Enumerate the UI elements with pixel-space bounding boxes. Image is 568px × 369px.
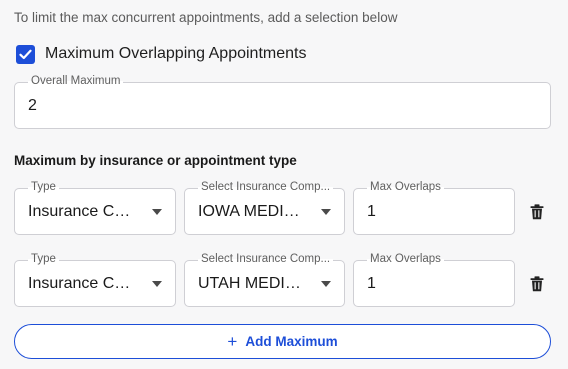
- max-overlaps-field[interactable]: Max Overlaps 1: [353, 181, 515, 235]
- type-select[interactable]: Type Insurance Co...: [14, 181, 176, 235]
- dropdown-caret-icon: [321, 209, 331, 215]
- overlap-settings-panel: To limit the max concurrent appointments…: [0, 0, 568, 369]
- type-label: Type: [28, 253, 59, 265]
- insurance-company-select[interactable]: Select Insurance Comp... IOWA MEDIC...: [184, 181, 345, 235]
- add-maximum-button[interactable]: + Add Maximum: [14, 324, 551, 359]
- max-overlaps-label: Max Overlaps: [367, 253, 444, 265]
- max-overlap-checkbox[interactable]: [16, 44, 35, 64]
- dropdown-caret-icon: [152, 281, 162, 287]
- max-overlaps-value: 1: [367, 203, 376, 220]
- type-label: Type: [28, 181, 59, 193]
- max-overlap-checkbox-row[interactable]: Maximum Overlapping Appointments: [16, 43, 306, 65]
- dropdown-caret-icon: [152, 209, 162, 215]
- insurance-company-select[interactable]: Select Insurance Comp... UTAH MEDICA...: [184, 253, 345, 307]
- trash-icon[interactable]: [529, 275, 545, 293]
- max-overlaps-field[interactable]: Max Overlaps 1: [353, 253, 515, 307]
- type-value: Insurance Co...: [28, 203, 135, 220]
- insurance-company-value: IOWA MEDIC...: [198, 203, 304, 220]
- checkmark-icon: [19, 49, 32, 59]
- insurance-company-label: Select Insurance Comp...: [198, 253, 333, 265]
- overall-maximum-field[interactable]: Overall Maximum 2: [14, 75, 551, 129]
- add-maximum-label: Add Maximum: [245, 334, 338, 349]
- type-value: Insurance Co...: [28, 275, 135, 292]
- insurance-company-value: UTAH MEDICA...: [198, 275, 304, 292]
- trash-icon[interactable]: [529, 203, 545, 221]
- insurance-company-label: Select Insurance Comp...: [198, 181, 333, 193]
- max-overlap-label: Maximum Overlapping Appointments: [45, 45, 307, 62]
- overall-maximum-value: 2: [28, 97, 37, 114]
- overall-maximum-label: Overall Maximum: [28, 75, 124, 87]
- dropdown-caret-icon: [321, 281, 331, 287]
- section-title: Maximum by insurance or appointment type: [14, 153, 297, 168]
- max-overlaps-value: 1: [367, 275, 376, 292]
- plus-icon: +: [227, 332, 238, 351]
- type-select[interactable]: Type Insurance Co...: [14, 253, 176, 307]
- max-overlaps-label: Max Overlaps: [367, 181, 444, 193]
- instruction-text: To limit the max concurrent appointments…: [14, 10, 398, 25]
